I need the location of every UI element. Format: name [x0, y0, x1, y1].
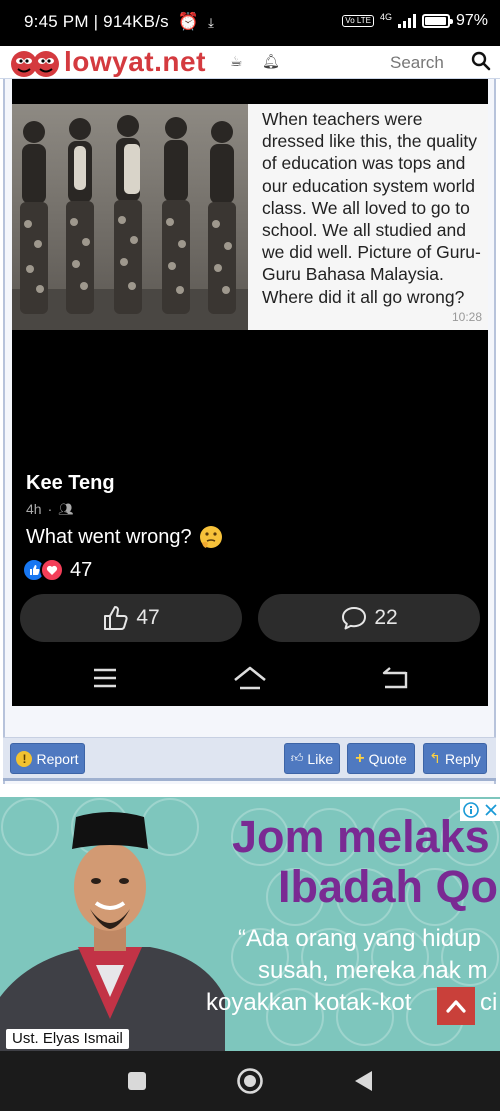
ad-info-icon[interactable]	[462, 802, 479, 818]
reply-icon: ↰	[429, 750, 441, 766]
status-bar: 9:45 PM | 914KB/s ⏰ ⤓ Vo LTE 4G 97%	[0, 0, 500, 46]
post-action-row: ! Report 👍︎ Like + Quote ↰ Reply	[3, 737, 496, 781]
battery-icon	[421, 14, 453, 28]
home-icon	[234, 666, 266, 690]
teachers-photo-image	[12, 104, 248, 330]
menu-icon	[94, 668, 116, 688]
fb-comment-button[interactable]: 22	[258, 594, 480, 642]
thinking-face-icon	[199, 526, 222, 548]
ad-person-image	[0, 812, 225, 1051]
plus-icon: +	[355, 749, 365, 767]
quote-button[interactable]: + Quote	[347, 743, 415, 774]
ad-quote-line-3-tail: ci	[480, 989, 498, 1016]
ad-quote-line-3: koyakkan kotak-kot	[206, 989, 412, 1016]
dot-separator: ·	[47, 501, 53, 517]
like-button[interactable]: 👍︎ Like	[284, 743, 340, 774]
back-icon	[382, 667, 408, 689]
poster-meta: 4h · 👥︎	[26, 501, 73, 517]
ad-choices[interactable]	[460, 799, 500, 821]
love-reaction-icon	[40, 558, 64, 582]
fb-like-count: 47	[136, 606, 160, 629]
caption-text: When teachers were dressed like this, th…	[262, 109, 481, 307]
reply-label: Reply	[444, 750, 481, 767]
site-name[interactable]: lowyat.net	[64, 46, 206, 78]
ad-person-name: Ust. Elyas Ismail	[6, 1029, 129, 1049]
coffee-icon[interactable]: ☕	[230, 53, 243, 70]
reactions-summary[interactable]: 47	[22, 558, 92, 582]
home-button-icon[interactable]	[236, 1067, 264, 1095]
lowyat-logo-icon[interactable]	[10, 47, 60, 79]
ad-quote-line-2: susah, mereka nak m	[258, 957, 488, 984]
post-text-label: What went wrong?	[26, 525, 192, 548]
caption-box: When teachers were dressed like this, th…	[248, 104, 488, 330]
alarm-icon: ⏰	[177, 12, 200, 31]
teachers-photo	[12, 104, 248, 330]
download-icon: ⤓	[208, 15, 215, 30]
ad-quote-line-1: “Ada orang yang hidup	[238, 925, 481, 952]
search-input[interactable]: Search	[390, 53, 444, 73]
status-right: Vo LTE 4G 97%	[342, 12, 488, 30]
scroll-to-top-button[interactable]	[437, 987, 475, 1025]
site-header: lowyat.net ☕ 🔔︎ Search	[0, 46, 500, 79]
thumbs-up-icon: 👍︎	[290, 751, 304, 765]
status-time-speed: 9:45 PM | 914KB/s ⏰ ⤓	[24, 12, 214, 32]
post-text: What went wrong?	[26, 524, 224, 550]
friends-icon: 👥︎	[58, 502, 74, 516]
volte-icon: Vo LTE	[342, 15, 374, 27]
network-type: 4G	[379, 12, 392, 22]
fb-comment-count: 22	[374, 606, 398, 629]
ad-headline-1: Jom melaks	[232, 811, 490, 862]
status-time-text: 9:45 PM | 914KB/s	[24, 12, 169, 31]
like-label: Like	[307, 750, 334, 767]
quote-label: Quote	[368, 750, 407, 767]
report-label: Report	[36, 750, 79, 767]
bell-icon[interactable]: 🔔︎	[262, 53, 280, 70]
warning-icon: !	[16, 750, 33, 767]
advertisement-banner[interactable]: Jom melaks Ibadah Qo “Ada orang yang hid…	[0, 797, 500, 1051]
post-age: 4h	[26, 501, 42, 517]
comment-icon	[342, 607, 367, 630]
reply-button[interactable]: ↰ Reply	[423, 743, 487, 774]
chevron-up-icon	[446, 1000, 466, 1013]
android-nav-bar	[0, 1051, 500, 1111]
report-button[interactable]: ! Report	[10, 743, 85, 774]
back-button-icon[interactable]	[352, 1069, 374, 1093]
reaction-count: 47	[70, 558, 93, 581]
search-icon[interactable]	[470, 50, 492, 72]
fb-like-button[interactable]: 47	[20, 594, 242, 642]
ad-close-icon[interactable]	[484, 803, 498, 817]
thumbs-up-icon	[104, 606, 128, 630]
ad-headline-2: Ibadah Qo	[278, 861, 499, 912]
recents-icon[interactable]	[127, 1071, 147, 1091]
poster-name: Kee Teng	[26, 472, 115, 494]
battery-level: 97%	[455, 12, 488, 29]
caption-time: 10:28	[451, 310, 482, 324]
signal-icon	[397, 14, 416, 28]
